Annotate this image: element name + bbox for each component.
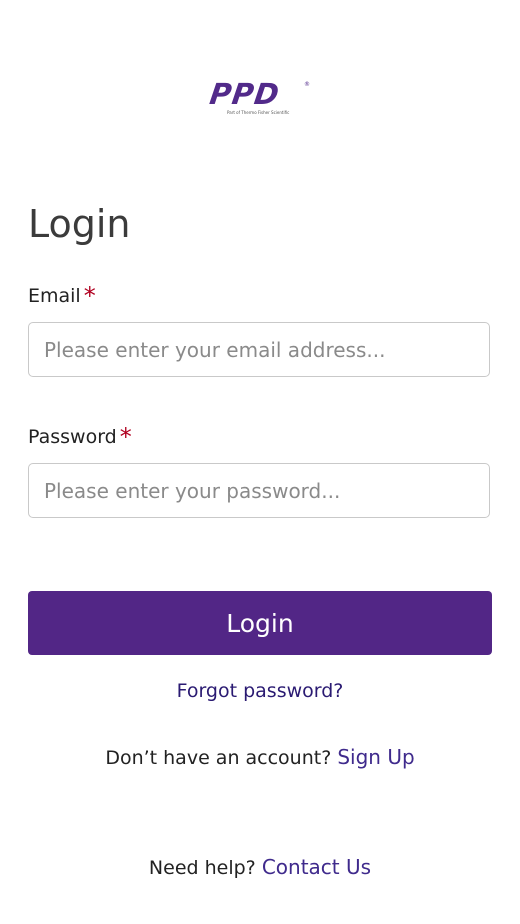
- password-field[interactable]: [28, 463, 490, 518]
- contact-us-link[interactable]: Contact Us: [262, 855, 371, 879]
- signup-prompt-line: Don’t have an account? Sign Up: [0, 745, 520, 770]
- forgot-password-link[interactable]: Forgot password?: [0, 679, 520, 703]
- signup-prompt-text: Don’t have an account?: [105, 747, 332, 769]
- password-label-text: Password: [28, 426, 117, 448]
- ppd-logo: PPD ® Part of Thermo Fisher Scientific: [207, 77, 310, 118]
- password-required-mark: *: [119, 423, 132, 451]
- logo-wordmark: PPD: [207, 77, 282, 111]
- password-label: Password *: [28, 425, 132, 449]
- help-prompt-line: Need help? Contact Us: [0, 855, 520, 880]
- help-prompt-text: Need help?: [148, 857, 256, 879]
- page-title: Login: [28, 202, 131, 246]
- email-required-mark: *: [83, 282, 96, 310]
- email-field[interactable]: [28, 322, 490, 377]
- login-button[interactable]: Login: [28, 591, 492, 655]
- logo-registered-mark: ®: [304, 81, 310, 88]
- email-label: Email *: [28, 284, 96, 308]
- email-label-text: Email: [28, 285, 81, 307]
- sign-up-link[interactable]: Sign Up: [337, 745, 414, 769]
- logo-tagline: Part of Thermo Fisher Scientific: [227, 110, 290, 115]
